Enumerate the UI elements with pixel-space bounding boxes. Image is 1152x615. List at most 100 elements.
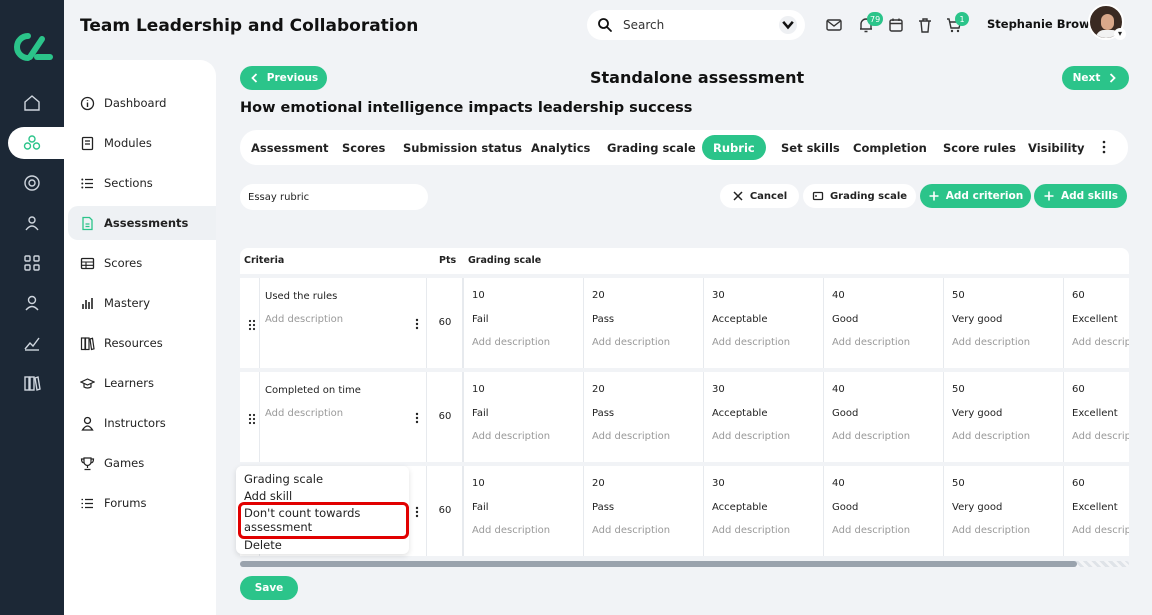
sidebar-item-assessments[interactable]: Assessments xyxy=(68,206,216,240)
level-description[interactable]: Add description xyxy=(1072,337,1129,348)
sidebar-item-dashboard[interactable]: Dashboard xyxy=(68,86,216,120)
users-icon[interactable] xyxy=(18,209,46,237)
level-value[interactable]: 50 xyxy=(952,290,965,301)
grading-scale-button[interactable]: Grading scale xyxy=(803,184,916,208)
level-name[interactable]: Acceptable xyxy=(712,314,768,325)
sidebar-item-instructors[interactable]: Instructors xyxy=(68,406,216,440)
chevron-down-icon[interactable] xyxy=(779,16,797,34)
tab-analytics[interactable]: Analytics xyxy=(520,135,601,160)
level-description[interactable]: Add description xyxy=(1072,431,1129,442)
level-value[interactable]: 10 xyxy=(472,290,485,301)
sidebar-item-forums[interactable]: Forums xyxy=(68,486,216,520)
search-box[interactable]: Search xyxy=(587,10,805,40)
previous-button[interactable]: Previous xyxy=(240,66,327,90)
level-name[interactable]: Very good xyxy=(952,314,1002,325)
menu-item-grading-scale[interactable]: Grading scale xyxy=(244,472,323,486)
analytics-icon[interactable] xyxy=(18,329,46,357)
library-icon[interactable] xyxy=(18,369,46,397)
level-value[interactable]: 30 xyxy=(712,478,725,489)
level-name[interactable]: Acceptable xyxy=(712,408,768,419)
sidebar-item-mastery[interactable]: Mastery xyxy=(68,286,216,320)
level-description[interactable]: Add description xyxy=(1072,525,1129,536)
network-icon[interactable] xyxy=(18,129,46,157)
menu-item-add-skill[interactable]: Add skill xyxy=(244,489,292,503)
level-description[interactable]: Add description xyxy=(592,337,670,348)
level-name[interactable]: Pass xyxy=(592,502,614,513)
level-description[interactable]: Add description xyxy=(832,525,910,536)
level-description[interactable]: Add description xyxy=(472,431,550,442)
level-description[interactable]: Add description xyxy=(592,525,670,536)
level-description[interactable]: Add description xyxy=(952,431,1030,442)
level-name[interactable]: Fail xyxy=(472,502,489,513)
tab-assessment[interactable]: Assessment xyxy=(240,135,340,160)
level-name[interactable]: Pass xyxy=(592,314,614,325)
level-name[interactable]: Fail xyxy=(472,408,489,419)
level-description[interactable]: Add description xyxy=(712,525,790,536)
level-value[interactable]: 20 xyxy=(592,290,605,301)
level-value[interactable]: 40 xyxy=(832,384,845,395)
more-options-icon[interactable] xyxy=(415,412,419,424)
level-description[interactable]: Add description xyxy=(712,431,790,442)
save-button[interactable]: Save xyxy=(240,576,298,600)
tab-scores[interactable]: Scores xyxy=(331,135,396,160)
level-name[interactable]: Good xyxy=(832,408,858,419)
criterion-points[interactable]: 60 xyxy=(428,317,462,328)
level-value[interactable]: 20 xyxy=(592,478,605,489)
trash-icon[interactable] xyxy=(916,16,934,34)
level-value[interactable]: 30 xyxy=(712,384,725,395)
criterion-title[interactable]: Completed on time xyxy=(265,385,361,396)
next-button[interactable]: Next xyxy=(1062,66,1129,90)
level-name[interactable]: Acceptable xyxy=(712,502,768,513)
level-description[interactable]: Add description xyxy=(472,525,550,536)
level-name[interactable]: Excellent xyxy=(1072,314,1118,325)
drag-handle-icon[interactable] xyxy=(248,319,256,331)
level-description[interactable]: Add description xyxy=(952,337,1030,348)
level-value[interactable]: 60 xyxy=(1072,384,1085,395)
level-name[interactable]: Excellent xyxy=(1072,408,1118,419)
criterion-description[interactable]: Add description xyxy=(265,314,343,325)
level-value[interactable]: 60 xyxy=(1072,290,1085,301)
level-description[interactable]: Add description xyxy=(832,337,910,348)
more-options-icon[interactable] xyxy=(415,318,419,330)
grid-icon[interactable] xyxy=(18,249,46,277)
level-description[interactable]: Add description xyxy=(472,337,550,348)
level-name[interactable]: Fail xyxy=(472,314,489,325)
criterion-description[interactable]: Add description xyxy=(265,408,343,419)
calendar-icon[interactable] xyxy=(887,16,905,34)
level-value[interactable]: 40 xyxy=(832,290,845,301)
target-icon[interactable] xyxy=(18,169,46,197)
sidebar-item-scores[interactable]: Scores xyxy=(68,246,216,280)
criterion-points[interactable]: 60 xyxy=(428,411,462,422)
sidebar-item-resources[interactable]: Resources xyxy=(68,326,216,360)
tab-set-skills[interactable]: Set skills xyxy=(770,135,851,160)
criterion-title[interactable]: Used the rules xyxy=(265,291,337,302)
tab-score-rules[interactable]: Score rules xyxy=(932,135,1027,160)
rubric-name-field[interactable]: Essay rubric xyxy=(240,184,428,210)
drag-handle-icon[interactable] xyxy=(248,413,256,425)
level-description[interactable]: Add description xyxy=(952,525,1030,536)
horizontal-scrollbar-thumb[interactable] xyxy=(240,561,1077,567)
level-value[interactable]: 60 xyxy=(1072,478,1085,489)
criterion-points[interactable]: 60 xyxy=(428,505,462,516)
tab-visibility[interactable]: Visibility xyxy=(1017,135,1095,160)
tab-rubric[interactable]: Rubric xyxy=(702,135,766,160)
level-name[interactable]: Good xyxy=(832,314,858,325)
cancel-button[interactable]: Cancel xyxy=(720,184,799,208)
level-description[interactable]: Add description xyxy=(832,431,910,442)
level-value[interactable]: 10 xyxy=(472,478,485,489)
level-value[interactable]: 10 xyxy=(472,384,485,395)
tab-grading-scale[interactable]: Grading scale xyxy=(596,135,707,160)
sidebar-item-modules[interactable]: Modules xyxy=(68,126,216,160)
level-value[interactable]: 20 xyxy=(592,384,605,395)
mail-icon[interactable] xyxy=(825,16,843,34)
search-input[interactable]: Search xyxy=(623,18,664,32)
level-name[interactable]: Very good xyxy=(952,502,1002,513)
chevron-down-icon[interactable]: ▾ xyxy=(1114,28,1126,40)
level-description[interactable]: Add description xyxy=(712,337,790,348)
level-value[interactable]: 50 xyxy=(952,478,965,489)
more-options-icon[interactable] xyxy=(415,506,419,518)
tab-submission-status[interactable]: Submission status xyxy=(392,135,533,160)
profile-icon[interactable] xyxy=(18,289,46,317)
add-skills-button[interactable]: Add skills xyxy=(1034,184,1127,208)
user-name[interactable]: Stephanie Brown xyxy=(987,17,1098,31)
